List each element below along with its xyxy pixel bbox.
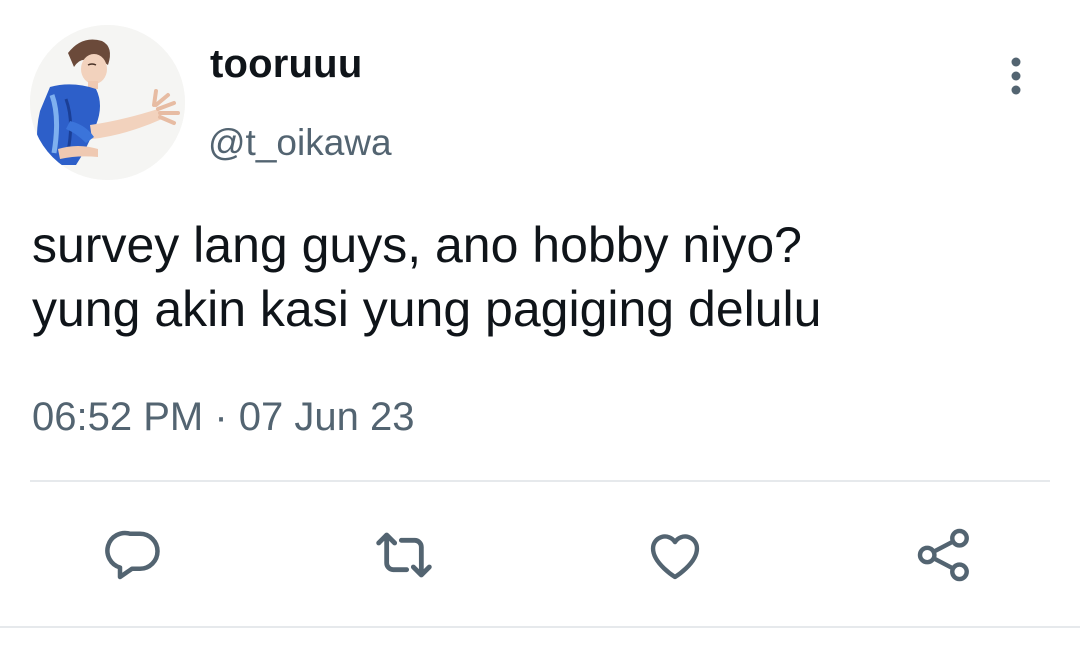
tweet-text: survey lang guys, ano hobby niyo? yung a… xyxy=(32,213,1052,341)
tweet-card: tooruuu @t_oikawa survey lang guys, ano … xyxy=(0,0,1080,645)
user-handle[interactable]: @t_oikawa xyxy=(208,122,392,164)
avatar[interactable] xyxy=(30,25,185,180)
retweet-button[interactable] xyxy=(369,520,439,590)
tweet-time: 06:52 PM xyxy=(32,395,204,439)
avatar-illustration xyxy=(30,25,185,180)
share-button[interactable] xyxy=(909,520,979,590)
more-vertical-icon xyxy=(1011,57,1021,95)
divider xyxy=(30,480,1050,482)
divider xyxy=(0,626,1080,628)
reply-button[interactable] xyxy=(100,520,170,590)
reply-icon xyxy=(105,530,160,580)
retweet-icon xyxy=(376,532,432,578)
tweet-timestamp[interactable]: 06:52 PM · 07 Jun 23 xyxy=(32,395,415,440)
share-icon xyxy=(917,528,969,582)
tweet-date: 07 Jun 23 xyxy=(238,395,415,439)
tweet-text-line: yung akin kasi yung pagiging delulu xyxy=(32,281,822,337)
tweet-text-line: survey lang guys, ano hobby niyo? xyxy=(32,217,802,273)
display-name[interactable]: tooruuu xyxy=(210,42,362,87)
heart-icon xyxy=(650,534,700,580)
like-button[interactable] xyxy=(640,520,710,590)
meta-separator: · xyxy=(214,395,228,439)
more-options-button[interactable] xyxy=(996,52,1036,100)
